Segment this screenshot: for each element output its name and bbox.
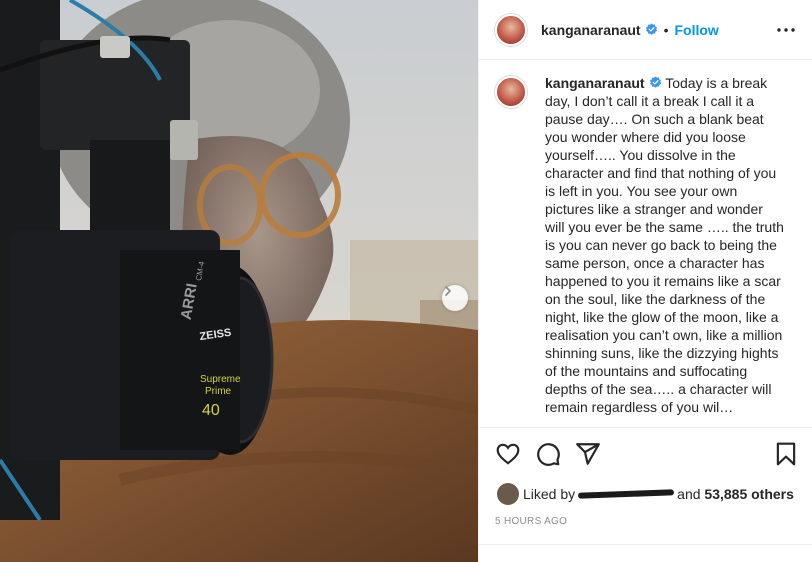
carousel-next-button[interactable] — [442, 285, 468, 311]
follow-button[interactable]: Follow — [675, 22, 719, 38]
lens-line1-text: Supreme — [200, 374, 241, 385]
chevron-right-icon — [445, 286, 451, 296]
likes-row: Liked by and 53,885 others — [497, 483, 794, 505]
caption-avatar[interactable] — [495, 76, 527, 108]
lens-line2-text: Prime — [205, 386, 232, 397]
more-icon — [777, 28, 795, 32]
caption-body: Today is a break day, I don’t call it a … — [545, 75, 784, 415]
action-bar — [479, 427, 812, 479]
comment-icon[interactable] — [535, 441, 561, 467]
lens-focal-text: 40 — [202, 402, 220, 419]
redacted-username — [578, 489, 675, 499]
post-side-panel: kanganaranaut • Follow kanganaranaut Tod… — [478, 0, 812, 562]
comment-bar — [479, 544, 812, 562]
avatar[interactable] — [495, 13, 527, 46]
caption-text: kanganaranaut Today is a break day, I do… — [545, 74, 785, 416]
share-icon[interactable] — [575, 441, 601, 467]
more-options-button[interactable] — [776, 20, 796, 40]
liker-avatar[interactable] — [497, 483, 519, 505]
caption-area: kanganaranaut Today is a break day, I do… — [479, 60, 812, 425]
liked-by-prefix: Liked by — [523, 486, 576, 502]
header-username[interactable]: kanganaranaut — [541, 22, 641, 38]
likes-count[interactable]: 53,885 others — [704, 486, 794, 502]
heart-icon[interactable] — [495, 441, 521, 467]
post-photo[interactable]: ZEISS Supreme Prime 40 ARRI CM-4 — [0, 0, 478, 562]
post-header: kanganaranaut • Follow — [479, 0, 812, 60]
caption-username[interactable]: kanganaranaut — [545, 75, 645, 91]
separator-dot: • — [663, 21, 669, 38]
verified-icon — [645, 23, 657, 35]
bookmark-icon[interactable] — [773, 441, 799, 467]
verified-icon — [649, 76, 661, 88]
caption-row: kanganaranaut Today is a break day, I do… — [495, 74, 797, 416]
photo-illustration: ZEISS Supreme Prime 40 ARRI CM-4 — [0, 0, 478, 562]
post-timestamp[interactable]: 5 HOURS AGO — [495, 516, 567, 527]
liked-by-and: and — [677, 486, 701, 502]
